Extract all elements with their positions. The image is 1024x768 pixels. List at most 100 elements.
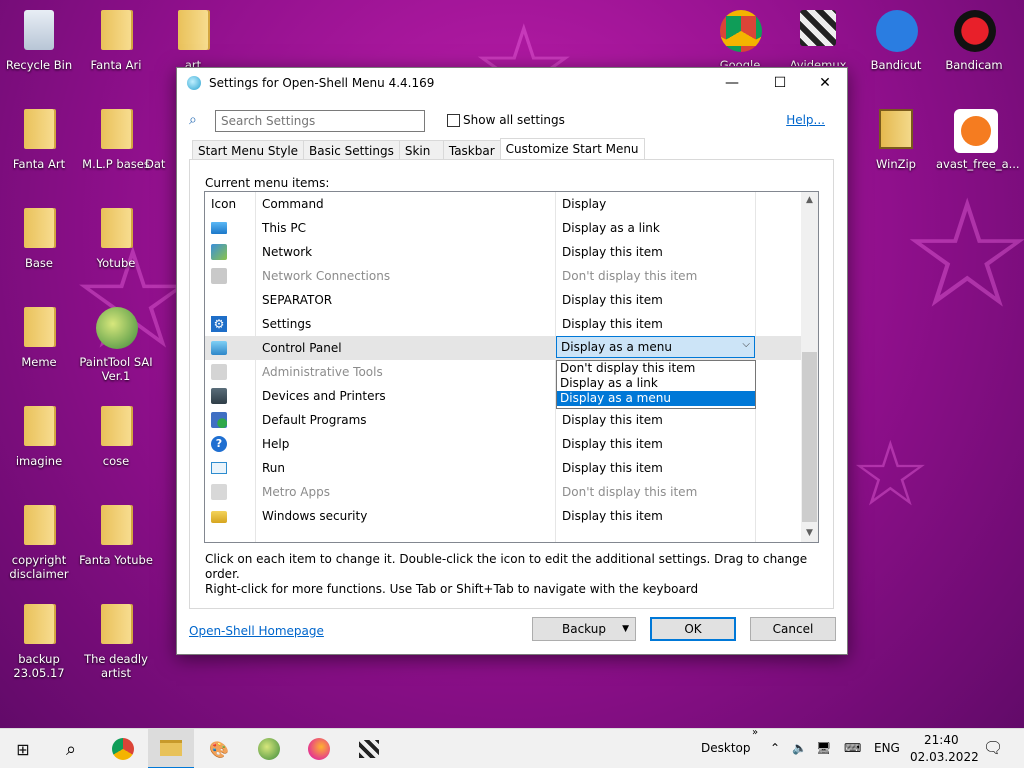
backup-button[interactable]: Backup ▼ <box>532 617 636 641</box>
network-icon[interactable]: 🖥 <box>816 741 831 755</box>
open-shell-homepage-link[interactable]: Open-Shell Homepage <box>189 624 324 638</box>
desktop-icon-google-chrome[interactable]: Google <box>702 10 778 66</box>
folder-icon <box>19 208 59 252</box>
desktop-icon-folder[interactable]: Base <box>1 208 77 270</box>
table-row[interactable]: Network Display this item <box>205 240 802 264</box>
title-bar[interactable]: Settings for Open-Shell Menu 4.4.169 — ☐… <box>177 68 847 98</box>
desktop-icon-folder[interactable]: Yotube <box>78 208 154 270</box>
desktop-icon-folder[interactable]: copyright disclaimer <box>1 505 77 581</box>
table-row-selected[interactable]: Control Panel Display as a menu ⌵ <box>205 336 802 360</box>
minimize-button[interactable]: — <box>709 68 755 98</box>
column-header-icon[interactable]: Icon <box>211 197 236 211</box>
maximize-button[interactable]: ☐ <box>757 68 803 98</box>
desktop-icon-folder[interactable]: backup 23.05.17 <box>1 604 77 680</box>
desktop-icon-avast[interactable]: avast_free_a... <box>936 109 1020 171</box>
keyboard-icon[interactable]: ⌨ <box>844 741 861 755</box>
printer-icon <box>211 388 227 404</box>
clock-time[interactable]: 21:40 <box>924 733 959 747</box>
desktop-icon-folder[interactable]: imagine <box>1 406 77 468</box>
help-link[interactable]: Help... <box>786 113 825 127</box>
desktop-icon-folder[interactable]: cose <box>78 406 154 468</box>
start-button[interactable]: ⊞ <box>0 729 46 768</box>
folder-icon <box>160 740 182 756</box>
column-header-command[interactable]: Command <box>262 197 324 211</box>
taskbar-chrome[interactable] <box>100 729 146 768</box>
table-row[interactable]: ⚙ Settings Display this item <box>205 312 802 336</box>
command-cell: Help <box>262 437 290 451</box>
tab-taskbar[interactable]: Taskbar <box>442 140 501 160</box>
display-options-dropdown[interactable]: Don't display this item Display as a lin… <box>556 360 756 409</box>
display-cell: Display this item <box>562 413 663 427</box>
taskbar-file-explorer[interactable] <box>148 729 194 768</box>
tab-customize-start-menu[interactable]: Customize Start Menu <box>499 138 645 160</box>
open-shell-icon <box>187 76 201 90</box>
table-row[interactable]: This PC Display as a link <box>205 216 802 240</box>
column-header-display[interactable]: Display <box>562 197 606 211</box>
table-row[interactable]: ? Help Display this item <box>205 432 802 456</box>
bandicut-icon <box>876 10 918 54</box>
dropdown-option[interactable]: Don't display this item <box>557 361 755 376</box>
taskbar-painttool-sai[interactable] <box>246 729 292 768</box>
desktop-icon-folder[interactable]: Dat <box>145 109 177 171</box>
desktop-icon-recycle-bin[interactable]: Recycle Bin <box>1 10 77 72</box>
desktop-icon-label: Meme <box>21 355 57 369</box>
notifications-icon[interactable]: 🗨 <box>983 738 1003 757</box>
table-row[interactable]: SEPARATOR Display this item <box>205 288 802 312</box>
instructions-line: Right-click for more functions. Use Tab … <box>205 582 699 596</box>
desktop-icon-folder[interactable]: M.L.P bases <box>78 109 154 171</box>
window-title: Settings for Open-Shell Menu 4.4.169 <box>209 76 435 90</box>
close-button[interactable]: ✕ <box>802 68 848 98</box>
desktop-icon-bandicam[interactable]: Bandicam <box>936 10 1012 72</box>
ok-button[interactable]: OK <box>650 617 736 641</box>
cancel-button[interactable]: Cancel <box>750 617 836 641</box>
scroll-up-arrow-icon[interactable]: ▲ <box>801 192 818 209</box>
clock-date[interactable]: 02.03.2022 <box>910 750 979 764</box>
display-combobox[interactable]: Display as a menu ⌵ <box>556 336 755 358</box>
tray-overflow-icon[interactable]: ⌃ <box>770 741 780 755</box>
dropdown-option-highlighted[interactable]: Display as a menu <box>557 391 755 406</box>
taskbar-firefox[interactable] <box>296 729 342 768</box>
network-icon <box>211 244 227 260</box>
display-cell: Don't display this item <box>562 269 698 283</box>
tab-start-menu-style[interactable]: Start Menu Style <box>192 140 305 160</box>
command-cell: Network Connections <box>262 269 391 283</box>
desktop-icon-label: imagine <box>15 454 63 468</box>
firefox-icon <box>308 738 330 760</box>
desktop-icon-folder[interactable]: Fanta Yotube <box>78 505 154 567</box>
show-all-settings-checkbox[interactable] <box>447 114 460 127</box>
desktop-icon-bandicut[interactable]: Bandicut <box>858 10 934 72</box>
table-row[interactable]: Windows security Display this item <box>205 504 802 528</box>
desktop-icon-painttool-sai[interactable]: PaintTool SAI Ver.1 <box>78 307 154 383</box>
search-button[interactable]: ⌕ <box>48 729 94 768</box>
scroll-down-arrow-icon[interactable]: ▼ <box>801 525 818 542</box>
chrome-icon <box>112 738 134 760</box>
menu-items-list[interactable]: Icon Command Display This PC Display as … <box>204 191 819 543</box>
desktop-icon-label: Bandicut <box>870 58 922 72</box>
desktop-icon-folder[interactable]: Fanta Art <box>1 109 77 171</box>
scrollbar-thumb[interactable] <box>802 352 817 522</box>
desktop-icon-folder[interactable]: art <box>155 10 231 72</box>
table-row[interactable]: Run Display this item <box>205 456 802 480</box>
vertical-scrollbar[interactable]: ▲ ▼ <box>801 192 818 542</box>
search-input[interactable] <box>215 110 425 132</box>
taskbar-paint[interactable]: 🎨 <box>196 729 242 768</box>
table-row[interactable]: Metro Apps Don't display this item <box>205 480 802 504</box>
default-programs-icon <box>211 412 227 428</box>
desktop-icon-folder[interactable]: Meme <box>1 307 77 369</box>
volume-icon[interactable]: 🔈 <box>792 741 807 755</box>
command-cell: Metro Apps <box>262 485 330 499</box>
table-row[interactable]: Network Connections Don't display this i… <box>205 264 802 288</box>
tab-basic-settings[interactable]: Basic Settings <box>303 140 400 160</box>
desktop-icon-folder[interactable]: The deadly artist <box>78 604 154 680</box>
table-row[interactable]: Default Programs Display this item <box>205 408 802 432</box>
taskbar-avidemux[interactable] <box>346 729 392 768</box>
desktop-icon-folder[interactable]: Fanta Ari <box>78 10 154 72</box>
desktop-icon-avidemux[interactable]: Avidemux 2.7 <box>780 10 856 66</box>
desktop-icon-winzip[interactable]: WinZip <box>858 109 934 171</box>
language-indicator[interactable]: ENG <box>874 741 900 755</box>
dropdown-option[interactable]: Display as a link <box>557 376 755 391</box>
desktop-icon-label: copyright disclaimer <box>9 553 69 581</box>
desktop-toolbar-label[interactable]: Desktop <box>701 741 751 755</box>
toolbar-expand-icon[interactable]: » <box>752 727 758 738</box>
tab-skin[interactable]: Skin <box>398 140 444 160</box>
